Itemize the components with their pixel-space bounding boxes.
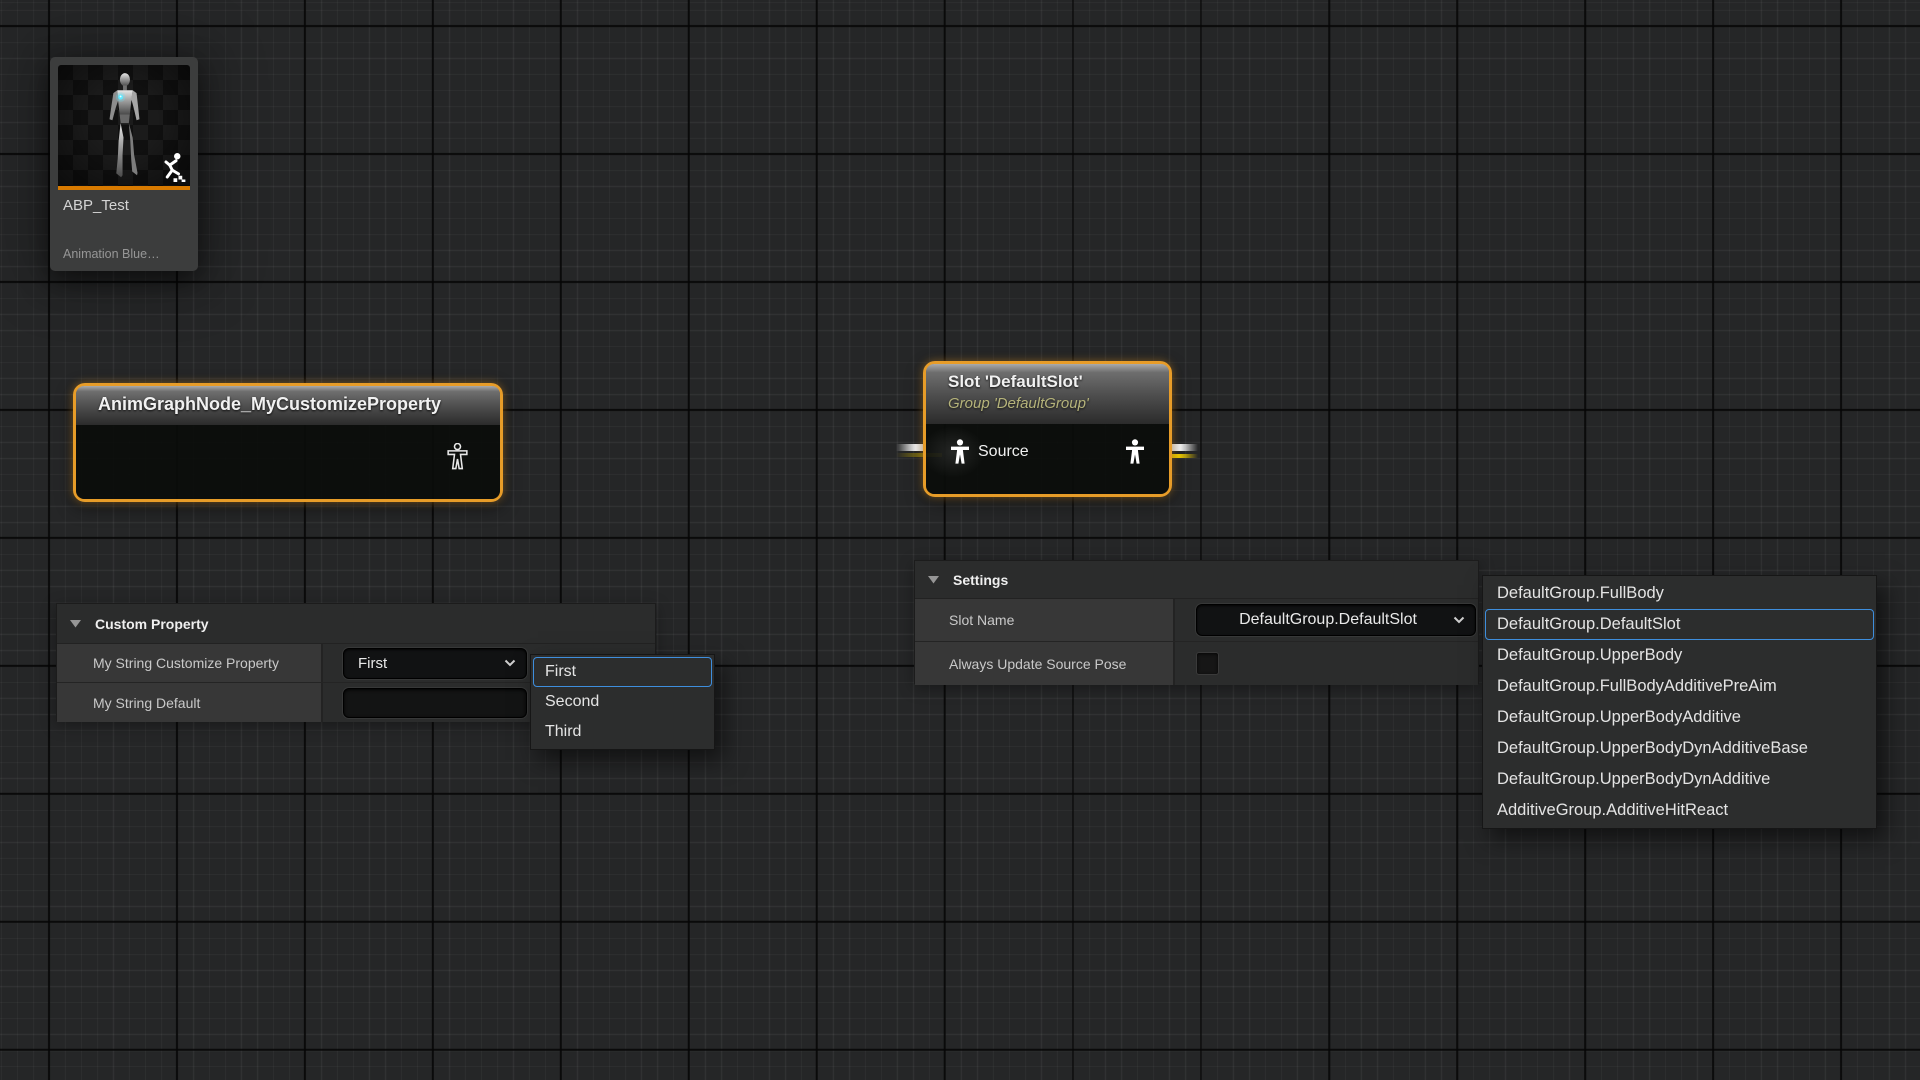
dropdown-item[interactable]: AdditiveGroup.AdditiveHitReact: [1485, 795, 1874, 826]
dropdown-item[interactable]: DefaultGroup.DefaultSlot: [1485, 609, 1874, 640]
dropdown-current-value: DefaultGroup.DefaultSlot: [1239, 611, 1417, 629]
always-update-source-pose-checkbox[interactable]: [1196, 652, 1219, 675]
dropdown-item[interactable]: DefaultGroup.UpperBodyAdditive: [1485, 702, 1874, 733]
property-label: My String Default: [57, 683, 323, 722]
node-body: Source: [926, 424, 1169, 494]
pose-wire-right: [1169, 444, 1198, 451]
property-row: Always Update Source Pose: [915, 642, 1478, 685]
node-title: Slot 'DefaultSlot': [948, 372, 1147, 392]
asset-title: ABP_Test: [63, 197, 129, 214]
asset-thumbnail: [58, 65, 190, 186]
property-label: My String Customize Property: [57, 644, 323, 682]
panel-header-label: Custom Property: [95, 616, 209, 632]
chevron-down-icon: [504, 659, 516, 667]
pose-output-pin-icon[interactable]: [1125, 439, 1145, 465]
node-body: [76, 425, 500, 499]
dropdown-item[interactable]: First: [533, 657, 712, 687]
source-pin-label: Source: [978, 443, 1029, 461]
node-title-bar[interactable]: Slot 'DefaultSlot' Group 'DefaultGroup': [926, 364, 1169, 424]
dropdown-item[interactable]: Third: [533, 717, 712, 747]
slot-name-dropdown[interactable]: DefaultGroup.DefaultSlot: [1196, 604, 1476, 636]
wire-right-yellow: [1169, 454, 1198, 458]
dropdown-item[interactable]: DefaultGroup.UpperBody: [1485, 640, 1874, 671]
property-value-cell: [1175, 642, 1478, 685]
panel-header-label: Settings: [953, 572, 1008, 588]
custom-property-header[interactable]: Custom Property: [57, 604, 655, 644]
dropdown-item[interactable]: DefaultGroup.UpperBodyDynAdditive: [1485, 764, 1874, 795]
node-title-bar[interactable]: AnimGraphNode_MyCustomizeProperty: [76, 386, 500, 425]
settings-panel: Settings Slot Name DefaultGroup.DefaultS…: [914, 560, 1479, 684]
expander-triangle-icon[interactable]: [70, 620, 81, 628]
chevron-down-icon: [1453, 616, 1465, 624]
my-string-default-input[interactable]: [343, 688, 527, 718]
pose-wire-left: [896, 444, 924, 451]
dropdown-item[interactable]: Second: [533, 687, 712, 717]
dropdown-current-value: First: [358, 655, 387, 672]
dropdown-item[interactable]: DefaultGroup.FullBodyAdditivePreAim: [1485, 671, 1874, 702]
asset-type-label: Animation Blue…: [63, 247, 160, 261]
node-title: AnimGraphNode_MyCustomizeProperty: [98, 394, 441, 414]
anim-graph-node-custom[interactable]: AnimGraphNode_MyCustomizeProperty: [73, 383, 503, 502]
running-figure-icon: [156, 152, 186, 182]
asset-card[interactable]: ABP_Test Animation Blue…: [50, 57, 198, 271]
settings-header[interactable]: Settings: [915, 561, 1478, 599]
graph-canvas[interactable]: ABP_Test Animation Blue… AnimGraphNode_M…: [0, 0, 1920, 1080]
property-row: Slot Name DefaultGroup.DefaultSlot: [915, 599, 1478, 642]
slot-name-dropdown-popup: DefaultGroup.FullBody DefaultGroup.Defau…: [1482, 575, 1877, 829]
source-pose-input-pin-icon[interactable]: [950, 439, 970, 465]
pose-output-pin-icon[interactable]: [447, 443, 468, 470]
property-label: Slot Name: [915, 599, 1175, 641]
string-dropdown-popup: First Second Third: [530, 654, 715, 750]
property-value-cell: DefaultGroup.DefaultSlot: [1175, 599, 1478, 641]
asset-type-stripe: [58, 186, 190, 190]
mannequin-figure: [82, 70, 166, 184]
property-label: Always Update Source Pose: [915, 642, 1175, 685]
node-subtitle: Group 'DefaultGroup': [948, 395, 1147, 412]
dropdown-item[interactable]: DefaultGroup.FullBody: [1485, 578, 1874, 609]
dropdown-item[interactable]: DefaultGroup.UpperBodyDynAdditiveBase: [1485, 733, 1874, 764]
expander-triangle-icon[interactable]: [928, 576, 939, 584]
my-string-customize-property-dropdown[interactable]: First: [343, 648, 527, 679]
slot-node[interactable]: Slot 'DefaultSlot' Group 'DefaultGroup' …: [923, 361, 1172, 497]
